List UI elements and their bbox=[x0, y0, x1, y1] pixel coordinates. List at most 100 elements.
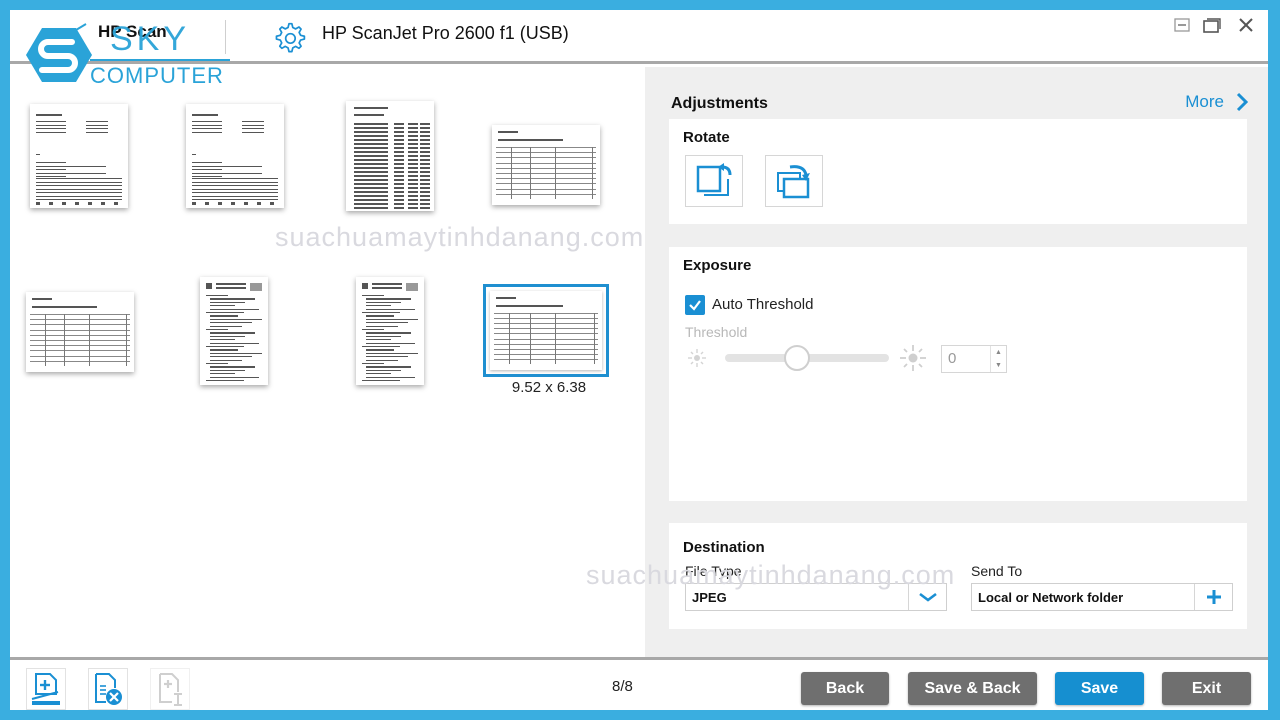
threshold-slider-handle[interactable] bbox=[784, 345, 811, 371]
close-button[interactable] bbox=[1234, 14, 1258, 36]
thumbnail-content-line bbox=[498, 131, 518, 133]
thumbnail-content-line bbox=[62, 202, 66, 205]
thumbnail-content-line bbox=[354, 183, 388, 185]
thumbnail-page-8[interactable] bbox=[483, 284, 609, 377]
thumbnail-content-line bbox=[354, 127, 388, 129]
thumbnail-content-line bbox=[88, 202, 92, 205]
add-destination-button[interactable] bbox=[1194, 584, 1232, 610]
thumbnail-content-line bbox=[366, 373, 391, 375]
delete-page-button[interactable] bbox=[88, 668, 128, 710]
thumbnail-panel: 9.52 x 6.38 bbox=[10, 67, 645, 657]
thumbnail-content-line bbox=[593, 313, 595, 364]
add-pages-button[interactable] bbox=[26, 668, 66, 710]
spin-down-button[interactable]: ▼ bbox=[991, 359, 1006, 372]
thumbnail-content-line bbox=[192, 162, 222, 164]
send-to-select[interactable]: Local or Network folder bbox=[971, 583, 1233, 611]
auto-threshold-checkbox[interactable] bbox=[685, 295, 705, 315]
thumbnail-page-1[interactable] bbox=[30, 104, 128, 208]
thumbnail-content-line bbox=[420, 179, 430, 181]
thumbnail-content-line bbox=[394, 139, 404, 141]
thumbnail-content-line bbox=[394, 131, 404, 133]
thumbnail-content-line bbox=[192, 181, 278, 183]
thumbnail-content-line bbox=[394, 195, 404, 197]
thumbnail-content-line bbox=[354, 143, 388, 145]
thumbnail-content-line bbox=[36, 202, 40, 205]
thumbnail-content-line bbox=[372, 283, 402, 285]
thumbnail-content-line bbox=[192, 192, 278, 194]
thumbnail-page-2[interactable] bbox=[186, 104, 284, 208]
thumbnail-content-line bbox=[210, 359, 242, 361]
thumbnail-content-line bbox=[366, 356, 408, 358]
thumbnail-content-line bbox=[36, 192, 122, 194]
thumbnail-content-line bbox=[210, 373, 235, 375]
back-button[interactable]: Back bbox=[801, 672, 889, 705]
thumbnail-content-line bbox=[408, 179, 418, 181]
thumbnail-content-line bbox=[354, 179, 388, 181]
rotate-right-button[interactable] bbox=[765, 155, 823, 207]
minimize-button[interactable] bbox=[1170, 14, 1194, 36]
thumbnail-content-line bbox=[210, 301, 246, 303]
thumbnail-content-line bbox=[362, 380, 401, 382]
thumbnail-content-line bbox=[36, 178, 122, 180]
thumbnail-page-6[interactable] bbox=[200, 277, 268, 385]
brightness-low-icon bbox=[688, 349, 706, 367]
thumbnail-content-line bbox=[206, 283, 212, 289]
send-to-label: Send To bbox=[971, 563, 1023, 579]
threshold-spinbox[interactable]: 0 ▲ ▼ bbox=[941, 345, 1007, 373]
thumbnail-content-line bbox=[408, 155, 418, 157]
exposure-title: Exposure bbox=[683, 257, 752, 274]
thumbnail-content-line bbox=[394, 171, 404, 173]
thumbnail-content-line bbox=[555, 313, 557, 364]
thumbnail-content-line bbox=[205, 202, 209, 205]
thumbnail-content-line bbox=[366, 335, 402, 337]
thumbnail-content-line bbox=[394, 167, 404, 169]
gear-icon[interactable] bbox=[270, 18, 308, 56]
device-name: HP ScanJet Pro 2600 f1 (USB) bbox=[322, 23, 569, 43]
thumbnail-content-line bbox=[210, 318, 262, 320]
thumbnail-content-line bbox=[36, 172, 106, 174]
thumbnail-content-line bbox=[244, 202, 248, 205]
thumbnail-content-line bbox=[354, 175, 388, 177]
thumbnail-content-line bbox=[36, 195, 122, 197]
save-and-back-button[interactable]: Save & Back bbox=[908, 672, 1037, 705]
threshold-value: 0 bbox=[948, 350, 957, 367]
thumbnail-content-line bbox=[420, 207, 430, 209]
thumbnail-content-line bbox=[354, 207, 388, 209]
thumbnail-content-line bbox=[362, 346, 401, 348]
rotate-left-button[interactable] bbox=[685, 155, 743, 207]
thumbnail-content-line bbox=[354, 123, 388, 125]
thumbnail-page-7[interactable] bbox=[356, 277, 424, 385]
thumbnail-page-3[interactable] bbox=[346, 101, 434, 211]
thumbnail-content-line bbox=[408, 139, 418, 141]
file-type-select[interactable]: JPEG bbox=[685, 583, 947, 611]
thumbnail-content-line bbox=[210, 349, 239, 351]
thumbnail-content-line bbox=[242, 131, 264, 133]
thumbnail-content-line bbox=[366, 366, 412, 368]
thumbnail-content-line bbox=[394, 179, 404, 181]
thumbnail-content-line bbox=[210, 342, 259, 344]
thumbnail-content-line bbox=[408, 175, 418, 177]
thumbnail-content-line bbox=[210, 298, 256, 300]
more-link[interactable]: More bbox=[1185, 92, 1248, 112]
delete-page-icon bbox=[95, 673, 122, 705]
thumbnail-page-4[interactable] bbox=[492, 125, 600, 205]
thumbnail-content-line bbox=[210, 369, 246, 371]
maximize-button[interactable] bbox=[1200, 14, 1224, 36]
thumbnail-content-line bbox=[408, 183, 418, 185]
file-type-dropdown-button[interactable] bbox=[908, 584, 946, 610]
thumbnail-content-line bbox=[366, 301, 402, 303]
thumbnail-content-line bbox=[496, 297, 516, 299]
spin-up-button[interactable]: ▲ bbox=[991, 346, 1006, 359]
thumbnail-content-line bbox=[354, 147, 388, 149]
thumbnail-page-5[interactable] bbox=[26, 292, 134, 372]
send-to-value: Local or Network folder bbox=[978, 590, 1124, 605]
save-button[interactable]: Save bbox=[1055, 672, 1144, 705]
exit-button[interactable]: Exit bbox=[1162, 672, 1251, 705]
threshold-slider[interactable] bbox=[725, 345, 889, 371]
thumbnail-content-line bbox=[75, 202, 79, 205]
thumbnail-content-line bbox=[394, 163, 404, 165]
thumbnail-content-line bbox=[362, 363, 384, 365]
thumbnail-content-line bbox=[366, 369, 402, 371]
insert-page-button[interactable] bbox=[150, 668, 190, 710]
thumbnail-content-line bbox=[86, 128, 108, 130]
